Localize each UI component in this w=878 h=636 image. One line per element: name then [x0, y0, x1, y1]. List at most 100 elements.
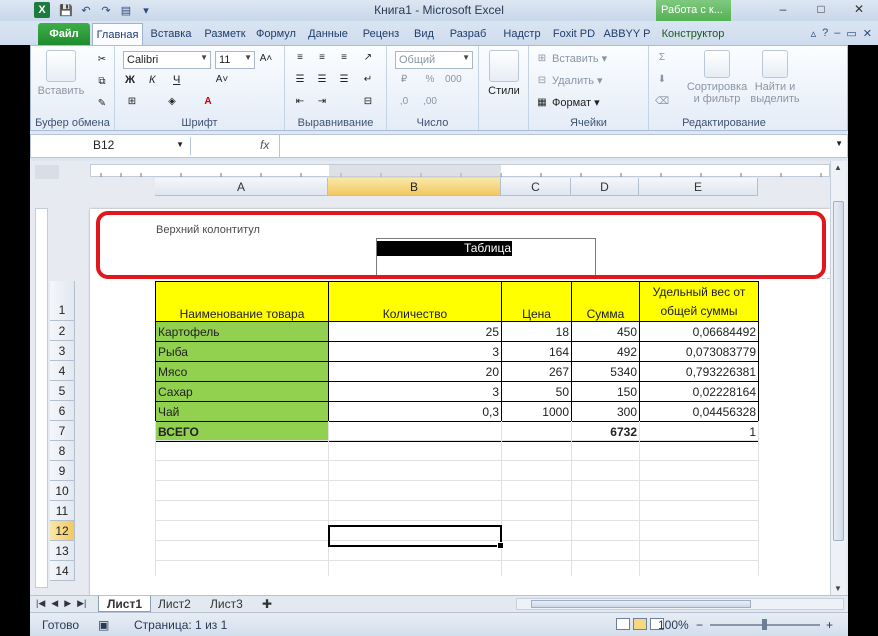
scroll-down-icon[interactable]: ▼ [834, 584, 842, 593]
horizontal-scroll-thumb[interactable] [531, 600, 751, 608]
cell[interactable]: 0,793226381 [639, 361, 759, 382]
thousands-button[interactable]: 000 [445, 74, 462, 86]
cell[interactable]: 18 [501, 321, 572, 342]
tab-insert[interactable]: Вставка [145, 23, 197, 45]
tab-home[interactable]: Главная [92, 23, 143, 45]
autosum-button[interactable]: Σ [655, 52, 669, 64]
increase-indent-button[interactable]: ⇥ [315, 96, 329, 108]
header-cell[interactable]: Наименование товара [155, 281, 329, 322]
column-header-c[interactable]: C [501, 178, 571, 196]
sort-filter-button[interactable]: Сортировка и фильтр [685, 50, 749, 105]
align-bottom-button[interactable]: ≡ [337, 52, 351, 64]
page-layout-view-button[interactable] [633, 618, 647, 630]
vertical-scrollbar[interactable]: ▲ ▼ [830, 161, 846, 595]
column-header-b[interactable]: B [328, 178, 501, 196]
header-cell[interactable]: Количество [328, 281, 502, 322]
row-header[interactable]: 1 [50, 281, 75, 321]
cell[interactable]: 0,02228164 [639, 381, 759, 402]
fill-color-button[interactable]: ◈ [165, 96, 179, 108]
insert-function-button[interactable]: fx [197, 137, 277, 155]
cell[interactable]: Чай [155, 401, 329, 422]
row-header[interactable]: 6 [50, 401, 75, 421]
tab-file[interactable]: Файл [38, 23, 90, 45]
cell[interactable]: 0,3 [328, 401, 502, 422]
cell[interactable]: Рыба [155, 341, 329, 362]
cell[interactable]: 0,04456328 [639, 401, 759, 422]
shrink-font-button[interactable]: A˅ [215, 74, 229, 86]
row-header[interactable]: 12 [50, 521, 75, 541]
cell[interactable]: 25 [328, 321, 502, 342]
horizontal-scrollbar[interactable] [516, 598, 844, 610]
row-header[interactable]: 5 [50, 381, 75, 401]
align-right-button[interactable]: ☰ [337, 74, 351, 86]
zoom-in-icon[interactable]: + [826, 618, 833, 632]
row-header[interactable]: 10 [50, 481, 75, 501]
column-header-d[interactable]: D [571, 178, 639, 196]
close-button[interactable]: ✕ [840, 0, 878, 19]
row-header[interactable]: 14 [50, 561, 75, 581]
help-icon[interactable]: ? [822, 27, 828, 40]
clear-button[interactable]: ⌫ [655, 96, 669, 108]
wrap-text-button[interactable]: ↵ [361, 74, 375, 86]
font-color-button[interactable]: A [201, 96, 215, 108]
paste-button[interactable]: Вставить [37, 50, 85, 97]
italic-button[interactable]: К [149, 74, 155, 86]
format-painter-button[interactable]: ✎ [95, 98, 109, 110]
workbook-close-icon[interactable]: ✕ [863, 27, 872, 40]
decrease-indent-button[interactable]: ⇤ [293, 96, 307, 108]
bold-button[interactable]: Ж [125, 74, 135, 86]
cell[interactable]: Мясо [155, 361, 329, 382]
cell[interactable]: 492 [571, 341, 640, 362]
normal-view-button[interactable] [616, 618, 630, 630]
zoom-level[interactable]: 100% [658, 618, 689, 632]
styles-button[interactable]: Стили [483, 50, 525, 97]
row-header[interactable]: 11 [50, 501, 75, 521]
cell[interactable]: 267 [501, 361, 572, 382]
cell[interactable]: Сахар [155, 381, 329, 402]
tab-review[interactable]: Реценз [357, 23, 405, 45]
orientation-button[interactable]: ↗ [361, 52, 375, 64]
row-header[interactable]: 13 [50, 541, 75, 561]
cell[interactable]: 150 [571, 381, 640, 402]
minimize-ribbon-icon[interactable]: ▵ [811, 27, 817, 40]
cell[interactable]: 1000 [501, 401, 572, 422]
font-size-combo[interactable]: 11 ▼ [215, 51, 255, 69]
prev-sheet-icon[interactable]: ◀ [51, 598, 58, 609]
workbook-restore-icon[interactable]: ▭ [846, 27, 856, 40]
next-sheet-icon[interactable]: ▶ [64, 598, 71, 609]
row-header[interactable]: 4 [50, 361, 75, 381]
align-middle-button[interactable]: ≡ [315, 52, 329, 64]
increase-decimal-button[interactable]: ,0 [397, 96, 411, 108]
selected-cell-b12[interactable] [328, 525, 504, 549]
copy-button[interactable]: ⧉ [95, 76, 109, 88]
sheet-tab-1[interactable]: Лист1 [98, 596, 152, 612]
cell[interactable]: 20 [328, 361, 502, 382]
sheet-tab-3[interactable]: Лист3 [202, 596, 251, 612]
select-all-corner[interactable] [35, 165, 59, 179]
font-name-combo[interactable]: Calibri ▼ [123, 51, 211, 69]
zoom-slider[interactable] [710, 619, 820, 630]
row-header[interactable]: 3 [50, 341, 75, 361]
header-cell[interactable]: Цена [501, 281, 572, 322]
align-top-button[interactable]: ≡ [293, 52, 307, 64]
new-sheet-icon[interactable]: ✚ [254, 596, 280, 612]
delete-cells-button[interactable]: ⊟ Удалить ▾ [535, 74, 603, 88]
fill-button[interactable]: ⬇ [655, 74, 669, 86]
insert-cells-button[interactable]: ⊞ Вставить ▾ [535, 52, 607, 66]
tab-developer[interactable]: Разраб [443, 23, 493, 45]
vertical-scroll-thumb[interactable] [833, 201, 844, 541]
tab-page-layout[interactable]: Разметк [199, 23, 251, 45]
cell[interactable]: 5340 [571, 361, 640, 382]
find-select-button[interactable]: Найти и выделить [749, 50, 801, 105]
row-header[interactable]: 8 [50, 441, 75, 461]
workbook-minimize-icon[interactable]: – [834, 27, 840, 40]
tab-addins[interactable]: Надстр [497, 23, 547, 45]
tab-design[interactable]: Конструктор [656, 23, 730, 45]
sheet-tab-2[interactable]: Лист2 [150, 596, 199, 612]
cell[interactable]: 300 [571, 401, 640, 422]
currency-button[interactable]: ₽ [397, 74, 411, 86]
maximize-button[interactable]: □ [802, 0, 840, 19]
scroll-up-icon[interactable]: ▲ [834, 163, 842, 172]
underline-button[interactable]: Ч [173, 74, 180, 86]
cell[interactable]: 164 [501, 341, 572, 362]
